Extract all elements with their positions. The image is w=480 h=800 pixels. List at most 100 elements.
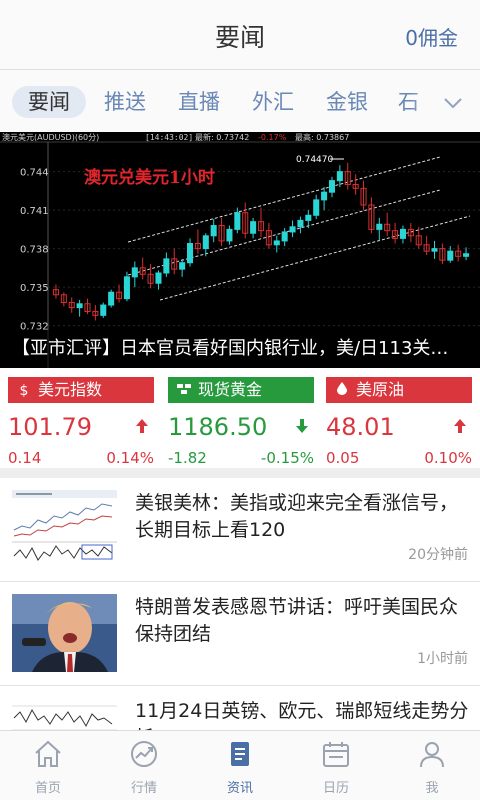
- news-thumbnail-photo: [12, 594, 117, 672]
- quote-percent: 0.10%: [424, 449, 472, 467]
- tab-push[interactable]: 推送: [100, 86, 150, 118]
- quote-name: 美元指数: [38, 380, 103, 399]
- candle-body: [328, 180, 336, 193]
- nav-label: 行情: [130, 781, 157, 796]
- quote-card-crude-oil[interactable]: 美原油 48.01 0.05 0.10%: [326, 377, 472, 467]
- quote-card-spot-gold[interactable]: 现货黄金 1186.50 -1.82 -0.15%: [168, 377, 314, 467]
- tab-gold-silver[interactable]: 金银: [322, 86, 372, 118]
- quote-header: 美原油: [326, 377, 472, 403]
- gold-bars-icon: [176, 378, 192, 404]
- market-quotes: $ 美元指数 101.79 0.14 0.14% 现货黄金 1186.50 -1.…: [0, 368, 480, 468]
- tab-live[interactable]: 直播: [174, 86, 224, 118]
- chart-high-price: 最高: 0.73867: [295, 132, 349, 142]
- nav-profile[interactable]: 我: [384, 731, 480, 800]
- chart-peak-annotation: 0.74470: [296, 155, 333, 165]
- quote-price: 48.01: [326, 413, 395, 441]
- candle-body: [305, 214, 312, 221]
- category-tabs: 要闻 推送 直播 外汇 金银 石: [0, 70, 480, 132]
- chart-symbol-label: 澳元美元(AUDUSD)(60分): [2, 132, 99, 142]
- top-bar: 要闻 0佣金: [0, 0, 480, 70]
- candle-body: [131, 267, 138, 278]
- candle-body: [202, 235, 209, 250]
- oil-drop-icon: [334, 378, 350, 404]
- quote-change: 0.05: [326, 449, 360, 467]
- y-tick-label: 0.744: [20, 168, 49, 179]
- trend-icon: [131, 741, 157, 767]
- calendar-icon: [323, 742, 349, 767]
- news-thumbnail: [12, 698, 117, 730]
- candle-body: [376, 223, 383, 230]
- candle-body: [273, 240, 280, 246]
- y-tick-label: 0.738: [20, 245, 49, 256]
- banner-caption[interactable]: 【亚市汇评】日本官员看好国内银行业，美/日113关…: [0, 330, 480, 368]
- candle-body: [186, 242, 194, 264]
- candle-body: [108, 291, 115, 306]
- news-time: 20分钟前: [408, 547, 468, 563]
- candle-body: [289, 226, 296, 233]
- tab-headlines[interactable]: 要闻: [12, 86, 86, 118]
- quote-price: 1186.50: [168, 413, 268, 441]
- nav-label: 资讯: [226, 781, 253, 796]
- nav-market[interactable]: 行情: [96, 731, 192, 800]
- candle-body: [100, 304, 107, 316]
- quote-price: 101.79: [8, 413, 92, 441]
- candle-body: [76, 303, 83, 309]
- nav-calendar[interactable]: 日历: [288, 731, 384, 800]
- nav-label: 我: [425, 781, 439, 796]
- y-tick-label: 0.741: [20, 206, 49, 217]
- quote-header: $ 美元指数: [8, 377, 154, 403]
- bottom-navigation: 首页 行情 资讯 日历 我: [0, 730, 480, 800]
- chevron-down-icon[interactable]: [442, 92, 464, 114]
- news-title: 11月24日英镑、欧元、瑞郎短线走势分析: [135, 700, 469, 730]
- candle-body: [321, 191, 328, 201]
- section-divider: [0, 468, 480, 478]
- candle-body: [163, 258, 170, 274]
- candle-body: [123, 276, 130, 300]
- news-list: 美银美林：美指或迎来完全看涨信号，长期目标上看120 20分钟前 特朗普发表感恩…: [0, 478, 480, 730]
- candle-body: [250, 221, 257, 234]
- profile-icon: [420, 742, 444, 768]
- nav-label: 日历: [322, 781, 349, 796]
- candle-body: [431, 248, 438, 252]
- quote-name: 美原油: [356, 380, 405, 399]
- candle-body: [179, 262, 186, 270]
- nav-home[interactable]: 首页: [0, 731, 96, 800]
- nav-label: 首页: [34, 781, 61, 796]
- news-title: 美银美林：美指或迎来完全看涨信号，长期目标上看120: [135, 492, 459, 541]
- candle-body: [155, 272, 162, 284]
- chart-change-pct: -0.17%: [258, 133, 287, 142]
- candle-body: [336, 171, 343, 182]
- app-screen: 要闻 0佣金 要闻 推送 直播 外汇 金银 石 澳元美元(AUDUSD)(60分…: [0, 0, 480, 800]
- news-icon: [231, 742, 249, 766]
- candle-body: [313, 199, 320, 216]
- news-thumbnail: [12, 490, 117, 568]
- candle-body: [297, 219, 304, 228]
- chart-last-price: 最新: 0.73742: [195, 132, 249, 142]
- news-item[interactable]: 美银美林：美指或迎来完全看涨信号，长期目标上看120 20分钟前: [0, 478, 480, 582]
- dollar-icon: $: [19, 383, 29, 399]
- news-item[interactable]: 11月24日英镑、欧元、瑞郎短线走势分析: [0, 686, 480, 730]
- quote-change: 0.14: [8, 449, 42, 467]
- home-icon: [35, 740, 61, 767]
- nav-news[interactable]: 资讯: [192, 731, 288, 800]
- quote-percent: -0.15%: [260, 449, 314, 467]
- commission-balance-button[interactable]: 0佣金: [405, 22, 458, 51]
- arrow-up-icon: [136, 419, 148, 433]
- quote-card-usd-index[interactable]: $ 美元指数 101.79 0.14 0.14%: [8, 377, 154, 467]
- candle-body: [447, 250, 454, 261]
- quote-header: 现货黄金: [168, 377, 314, 403]
- news-time: 1小时前: [417, 651, 468, 667]
- quote-name: 现货黄金: [198, 380, 263, 399]
- y-tick-label: 0.735: [20, 283, 49, 294]
- news-item[interactable]: 特朗普发表感恩节讲话：呼吁美国民众保持团结 1小时前: [0, 582, 480, 686]
- tab-forex[interactable]: 外汇: [248, 86, 298, 118]
- quote-change: -1.82: [168, 449, 207, 467]
- quote-percent: 0.14%: [106, 449, 154, 467]
- candle-body: [210, 225, 217, 237]
- candle-body: [226, 228, 233, 242]
- candle-body: [463, 253, 470, 257]
- arrow-down-icon: [296, 419, 308, 433]
- chart-title: 澳元兑美元1小时: [84, 167, 215, 188]
- headline-banner[interactable]: 澳元美元(AUDUSD)(60分) [14:43:02] 最新: 0.73742…: [0, 132, 480, 368]
- arrow-up-icon: [454, 419, 466, 433]
